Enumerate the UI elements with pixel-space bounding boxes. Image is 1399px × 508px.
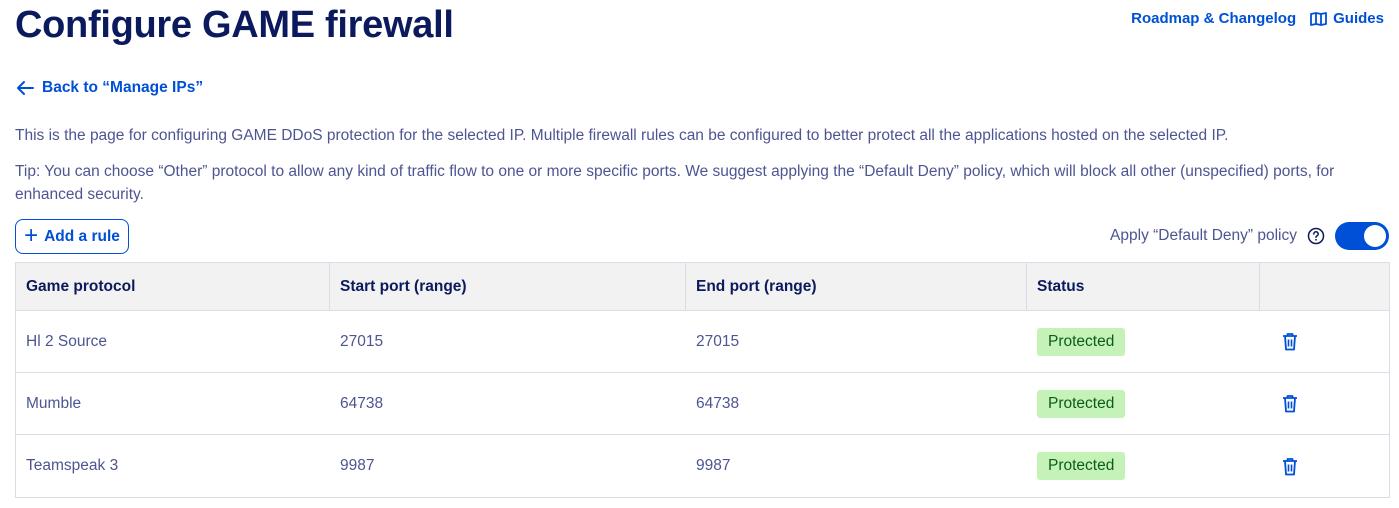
cell-start-port: 27015 (340, 332, 384, 350)
cell-end-port: 64738 (696, 394, 740, 412)
book-icon (1310, 11, 1328, 26)
help-circle-icon[interactable] (1307, 227, 1325, 245)
add-rule-label: Add a rule (44, 227, 120, 245)
page-description: This is the page for configuring GAME DD… (15, 127, 1229, 144)
cell-protocol: Mumble (26, 394, 82, 412)
cell-start-port: 9987 (340, 457, 375, 474)
trash-icon[interactable] (1282, 332, 1298, 351)
default-deny-toggle[interactable] (1335, 222, 1389, 250)
default-deny-policy: Apply “Default Deny” policy (1110, 222, 1389, 250)
header-game-protocol: Game protocol (16, 263, 330, 310)
cell-status: Protected (1027, 373, 1260, 434)
tip-text: Tip: You can choose “Other” protocol to … (15, 163, 1335, 203)
guides-label: Guides (1333, 10, 1384, 27)
guides-link[interactable]: Guides (1310, 10, 1384, 27)
status-badge: Protected (1037, 452, 1126, 480)
status-badge: Protected (1037, 327, 1126, 356)
cell-status: Protected (1027, 311, 1260, 372)
trash-icon[interactable] (1282, 457, 1298, 476)
status-badge: Protected (1037, 389, 1126, 418)
cell-actions (1260, 435, 1389, 497)
header-actions (1260, 263, 1389, 310)
arrow-left-icon (17, 81, 34, 95)
default-deny-label: Apply “Default Deny” policy (1110, 227, 1297, 244)
cell-protocol: Teamspeak 3 (26, 457, 119, 474)
cell-end-port: 9987 (696, 457, 731, 474)
back-to-manage-ips-link[interactable]: Back to “Manage IPs” (16, 79, 203, 97)
cell-actions (1260, 373, 1389, 434)
table-row: Mumble 64738 64738 Protected (16, 373, 1389, 435)
top-links: Roadmap & Changelog Guides (1131, 10, 1384, 27)
table-row: Teamspeak 3 9987 9987 Protected (16, 435, 1389, 497)
cell-actions (1260, 311, 1389, 372)
cell-end-port: 27015 (696, 332, 740, 350)
plus-icon: + (24, 221, 39, 249)
table-header: Game protocol Start port (range) End por… (16, 263, 1389, 311)
cell-protocol: Hl 2 Source (26, 332, 107, 350)
add-rule-button[interactable]: + Add a rule (15, 219, 129, 254)
header-end-port: End port (range) (686, 263, 1027, 310)
back-link-label: Back to “Manage IPs” (42, 79, 204, 96)
table-row: Hl 2 Source 27015 27015 Protected (16, 311, 1389, 373)
toggle-knob (1364, 225, 1386, 247)
header-status: Status (1027, 263, 1260, 310)
page-title: Configure GAME firewall (15, 4, 454, 46)
firewall-rules-table: Game protocol Start port (range) End por… (15, 262, 1390, 498)
roadmap-changelog-link[interactable]: Roadmap & Changelog (1131, 10, 1296, 27)
cell-status: Protected (1027, 435, 1260, 497)
trash-icon[interactable] (1282, 394, 1298, 413)
roadmap-changelog-label: Roadmap & Changelog (1131, 10, 1297, 27)
cell-start-port: 64738 (340, 394, 384, 412)
header-start-port: Start port (range) (330, 263, 686, 310)
